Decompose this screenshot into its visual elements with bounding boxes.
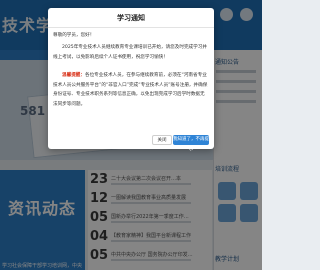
dont-show-again-button[interactable]: 我知道了，不再提示 bbox=[173, 135, 209, 152]
dialog-divider bbox=[48, 27, 214, 28]
study-notice-dialog: 学习通知 尊敬的学员，您好！ 2025年专业技术人员继续教育专业课培训已开始，请… bbox=[48, 8, 214, 152]
dialog-greeting: 尊敬的学员，您好！ bbox=[53, 33, 95, 38]
dialog-title: 学习通知 bbox=[117, 14, 145, 22]
dialog-paragraph-1: 2025年专业技术人员继续教育专业课培训已开始，请您及时完成学习并线上考试，以免… bbox=[53, 45, 207, 60]
close-button[interactable]: 关闭 bbox=[152, 135, 172, 145]
warning-text: 各位专业技术人员，在参与继续教育前，必须在“河南省专业技术人员公共服务平台”的“… bbox=[53, 73, 208, 107]
warning-label: 温馨提醒： bbox=[62, 73, 85, 78]
dialog-paragraph-2: 温馨提醒：各位专业技术人员，在参与继续教育前，必须在“河南省专业技术人员公共服务… bbox=[53, 71, 209, 109]
